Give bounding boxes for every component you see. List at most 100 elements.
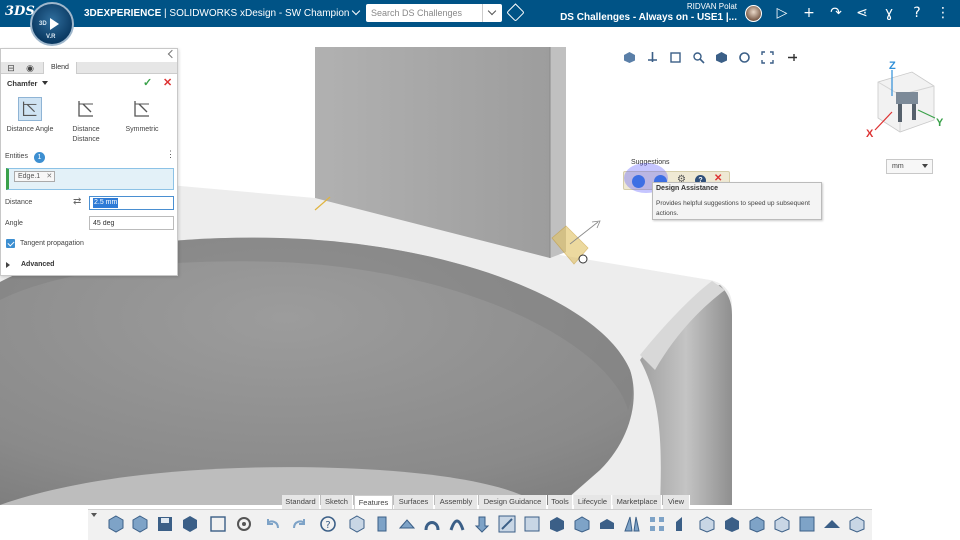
mirror-icon[interactable] bbox=[622, 514, 642, 534]
split-icon[interactable] bbox=[672, 514, 692, 534]
help-icon[interactable]: ? bbox=[318, 514, 338, 534]
chevron-down-icon[interactable] bbox=[91, 513, 97, 517]
tab-blend[interactable]: Blend bbox=[43, 62, 77, 74]
tab-standard[interactable]: Standard bbox=[282, 495, 320, 509]
tab-tools[interactable]: Tools bbox=[548, 495, 573, 509]
rib-icon[interactable] bbox=[597, 514, 617, 534]
hole-icon[interactable] bbox=[472, 514, 492, 534]
draft-icon[interactable] bbox=[572, 514, 592, 534]
search-box[interactable] bbox=[366, 4, 502, 22]
delete-body-icon[interactable] bbox=[772, 514, 792, 534]
tab-sketch[interactable]: Sketch bbox=[321, 495, 353, 509]
drawing-icon[interactable] bbox=[208, 514, 228, 534]
tree-icon[interactable]: ⊟ bbox=[4, 63, 18, 73]
pan-icon[interactable] bbox=[646, 51, 659, 64]
chevron-down-icon[interactable] bbox=[352, 6, 361, 16]
entities-selection-box[interactable]: Edge.1 ✕ bbox=[6, 168, 174, 190]
wall-side-face[interactable] bbox=[550, 47, 566, 258]
app-title[interactable]: 3DEXPERIENCE | SOLIDWORKS xDesign - SW C… bbox=[84, 6, 361, 19]
type-label: Distance Distance bbox=[72, 126, 100, 143]
share-icon[interactable]: ▷ bbox=[773, 4, 791, 22]
tab-design-guidance[interactable]: Design Guidance bbox=[479, 495, 547, 509]
new-part-icon[interactable] bbox=[106, 514, 126, 534]
chevron-down-icon[interactable] bbox=[42, 81, 48, 85]
search-input[interactable] bbox=[371, 6, 475, 20]
tab-assembly[interactable]: Assembly bbox=[435, 495, 478, 509]
extrude-icon[interactable] bbox=[347, 514, 367, 534]
redo-icon[interactable] bbox=[289, 514, 309, 534]
combine-icon[interactable] bbox=[697, 514, 717, 534]
tab-surfaces[interactable]: Surfaces bbox=[394, 495, 434, 509]
more-vertical-icon[interactable]: ⋮ bbox=[166, 150, 175, 162]
ok-button[interactable]: ✓ bbox=[143, 76, 152, 89]
tab-lifecycle[interactable]: Lifecycle bbox=[574, 495, 612, 509]
tab-marketplace[interactable]: Marketplace bbox=[613, 495, 662, 509]
compass-icon[interactable]: 3D V.R bbox=[30, 2, 74, 46]
pin-icon[interactable] bbox=[786, 51, 799, 64]
drag-handle[interactable] bbox=[578, 254, 588, 264]
display-style-icon[interactable] bbox=[669, 51, 682, 64]
shell-icon[interactable] bbox=[547, 514, 567, 534]
advanced-section-toggle[interactable]: Advanced bbox=[21, 261, 54, 268]
zoom-icon[interactable] bbox=[692, 51, 705, 64]
thicken-icon[interactable] bbox=[822, 514, 842, 534]
tooltip-body: Provides helpful suggestions to speed up… bbox=[656, 200, 810, 217]
chamfer-icon[interactable] bbox=[522, 514, 542, 534]
solid-body-icon[interactable] bbox=[847, 514, 867, 534]
appearance-icon[interactable]: ◉ bbox=[23, 63, 37, 73]
type-symmetric[interactable]: Symmetric bbox=[115, 97, 169, 135]
help-icon[interactable]: ? bbox=[908, 4, 926, 22]
close-icon[interactable]: ✕ bbox=[46, 172, 52, 181]
platform-title[interactable]: DS Challenges - Always on - USE1 |... bbox=[540, 12, 737, 23]
component-icon[interactable] bbox=[180, 514, 200, 534]
search-options-chevron-icon[interactable] bbox=[482, 4, 502, 22]
network-icon[interactable]: ⋖ bbox=[853, 4, 871, 22]
chevron-left-icon[interactable] bbox=[167, 49, 177, 59]
user-name: RIDVAN Polat bbox=[686, 2, 737, 11]
angle-field[interactable] bbox=[89, 216, 174, 230]
view-cube-icon[interactable] bbox=[715, 51, 728, 64]
tangent-propagation-checkbox[interactable] bbox=[6, 239, 15, 248]
triad-x-label: X bbox=[866, 128, 874, 140]
loft-icon[interactable] bbox=[422, 514, 442, 534]
tag-icon[interactable] bbox=[506, 3, 525, 22]
add-icon[interactable]: + bbox=[800, 4, 818, 22]
drag-arrow[interactable] bbox=[569, 221, 599, 245]
distance-distance-icon bbox=[78, 101, 93, 117]
pattern-icon[interactable] bbox=[647, 514, 667, 534]
move-copy-icon[interactable] bbox=[722, 514, 742, 534]
distance-label: Distance bbox=[5, 199, 33, 206]
rotate-icon[interactable] bbox=[738, 51, 751, 64]
property-panel: ⊟ ◉ Blend Chamfer ✓ ✕ Distance Angle Dis… bbox=[0, 48, 178, 276]
flip-direction-icon[interactable]: ⇄ bbox=[73, 196, 81, 207]
forward-icon[interactable]: ↷ bbox=[827, 4, 845, 22]
gear-icon[interactable] bbox=[234, 514, 254, 534]
top-bar: 3DS 3DEXPERIENCE | SOLIDWORKS xDesign - … bbox=[0, 0, 960, 27]
cut-icon[interactable] bbox=[447, 514, 467, 534]
undo-icon[interactable] bbox=[263, 514, 283, 534]
replace-face-icon[interactable] bbox=[797, 514, 817, 534]
type-distance-distance[interactable]: Distance Distance bbox=[59, 97, 113, 145]
chevron-down-icon[interactable] bbox=[922, 164, 928, 168]
fillet-icon[interactable] bbox=[497, 514, 517, 534]
sweep-icon[interactable] bbox=[397, 514, 417, 534]
fit-view-icon[interactable] bbox=[761, 51, 774, 64]
revolve-icon[interactable] bbox=[372, 514, 392, 534]
more-icon[interactable]: ⋮ bbox=[934, 4, 952, 22]
view-triad[interactable] bbox=[874, 70, 936, 133]
tooltip-title: Design Assistance bbox=[656, 185, 718, 192]
save-icon[interactable] bbox=[155, 514, 175, 534]
avatar[interactable] bbox=[745, 5, 762, 22]
chevron-right-icon[interactable] bbox=[6, 262, 10, 268]
type-distance-angle[interactable]: Distance Angle bbox=[3, 97, 57, 135]
tab-features[interactable]: Features bbox=[354, 495, 393, 509]
feature-name[interactable]: Chamfer bbox=[7, 79, 37, 88]
compass-apps-icon[interactable]: ɣ bbox=[880, 4, 898, 22]
tab-view[interactable]: View bbox=[663, 495, 690, 509]
open-icon[interactable] bbox=[130, 514, 150, 534]
svg-text:?: ? bbox=[325, 520, 330, 531]
entity-chip[interactable]: Edge.1 ✕ bbox=[14, 171, 56, 182]
scale-icon[interactable] bbox=[747, 514, 767, 534]
cancel-button[interactable]: ✕ bbox=[163, 76, 172, 89]
view-orientation-icon[interactable] bbox=[623, 51, 636, 64]
